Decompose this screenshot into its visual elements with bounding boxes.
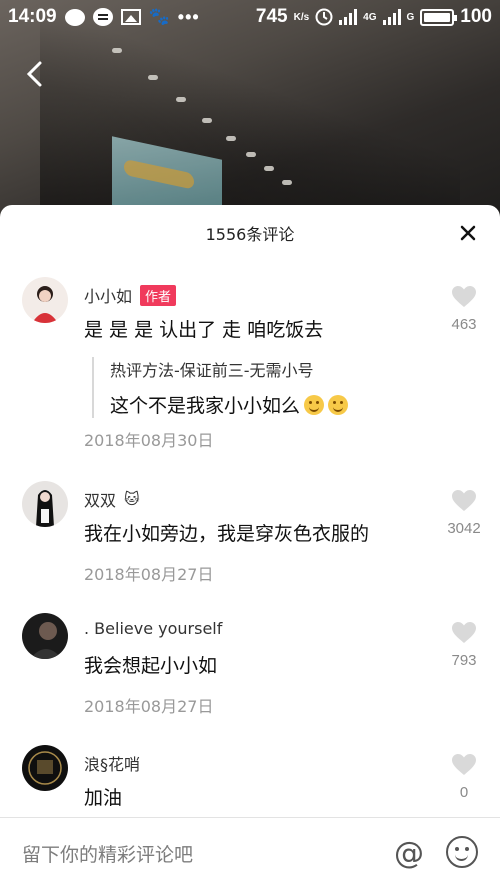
speed-unit: K/s (293, 11, 310, 23)
signal-icon (339, 9, 358, 25)
video-background (0, 0, 500, 230)
comment-input[interactable]: 留下你的精彩评论吧 (22, 840, 193, 867)
network-speed: 745 (255, 6, 288, 27)
paw-icon: 🐾 (148, 7, 170, 26)
like-button[interactable]: 793 (446, 621, 482, 669)
comment-text: 我在小如旁边，我是穿灰色衣服的 (84, 523, 370, 545)
at-mention-button[interactable]: @ (394, 836, 424, 871)
ceiling-light (264, 166, 274, 171)
comment-date: 2018年08月30日 (84, 431, 214, 450)
back-arrow-icon[interactable] (24, 60, 44, 88)
ceiling-light (112, 48, 122, 53)
username[interactable]: . Believe yourself (84, 619, 222, 638)
emoji-icon[interactable] (446, 836, 478, 868)
avatar[interactable] (22, 745, 68, 791)
cat-emoji-icon: 🐱 (124, 490, 140, 508)
avatar[interactable] (22, 277, 68, 323)
ceiling-light (176, 97, 186, 102)
comment-text: 加油 (84, 787, 123, 809)
ceiling-light (246, 152, 256, 157)
author-badge: 作者 (140, 284, 177, 306)
avatar[interactable] (22, 481, 68, 527)
comment-user: 双双 🐱 (84, 487, 140, 511)
ceiling-light (202, 118, 212, 123)
comment-user: . Believe yourself (84, 619, 222, 638)
image-icon (120, 9, 141, 25)
smile-emoji-icon (328, 394, 349, 415)
reply-text: 这个不是我家小小如么 (110, 395, 301, 417)
like-button[interactable]: 3042 (446, 489, 482, 537)
ceiling-light (282, 180, 292, 185)
more-dots-icon: ••• (177, 6, 200, 27)
comment-user: 小小如 作者 (84, 283, 177, 307)
avatar[interactable] (22, 613, 68, 659)
like-count: 793 (451, 652, 477, 669)
sheet-header: 1556条评论 (0, 205, 500, 261)
comment-sheet: 1556条评论 小小如 作者 是 是 是 认出了 走 咱吃饭去 热评方法-保证前… (0, 205, 500, 889)
like-count: 3042 (447, 520, 481, 537)
comment-date: 2018年08月27日 (84, 697, 214, 716)
username[interactable]: 浪§花哨 (84, 751, 140, 775)
comment-text: 我会想起小小如 (84, 655, 218, 677)
like-count: 0 (459, 784, 469, 801)
comment-user: 浪§花哨 (84, 751, 140, 775)
battery-level: 100 (460, 6, 492, 27)
reply-user: 热评方法-保证前三-无需小号 (110, 361, 314, 380)
like-button[interactable]: 0 (446, 753, 482, 801)
heart-icon (452, 754, 476, 775)
reply-text-line: 这个不是我家小小如么 (110, 391, 349, 418)
message-icon (92, 8, 113, 26)
network-type-1: 4G (363, 11, 377, 23)
comment-date: 2018年08月27日 (84, 565, 214, 584)
signal-icon-2 (382, 9, 401, 25)
ceiling-light (226, 136, 236, 141)
smile-emoji-icon (304, 394, 325, 415)
store-sign-text (124, 158, 194, 190)
comment-count-title: 1556条评论 (205, 225, 295, 244)
chat-icon (64, 8, 85, 26)
heart-icon (452, 622, 476, 643)
heart-icon (452, 490, 476, 511)
reply-block: 热评方法-保证前三-无需小号 这个不是我家小小如么 (92, 357, 349, 418)
video-shade (40, 0, 460, 230)
like-button[interactable]: 463 (446, 285, 482, 333)
network-type-2: G (406, 11, 415, 23)
username[interactable]: 双双 (84, 487, 116, 511)
alarm-icon (315, 8, 333, 26)
close-icon[interactable] (458, 223, 478, 243)
status-time: 14:09 (8, 6, 57, 27)
comment-text: 是 是 是 认出了 走 咱吃饭去 (84, 319, 324, 341)
heart-icon (452, 286, 476, 307)
status-bar: 14:09 🐾 ••• 745 K/s 4G G 100 (0, 0, 500, 34)
ceiling-light (148, 75, 158, 80)
battery-icon (420, 8, 458, 26)
comment-input-bar[interactable]: 留下你的精彩评论吧 @ (0, 817, 500, 889)
battery-fill (424, 12, 451, 22)
username[interactable]: 小小如 (84, 283, 132, 307)
like-count: 463 (451, 316, 477, 333)
